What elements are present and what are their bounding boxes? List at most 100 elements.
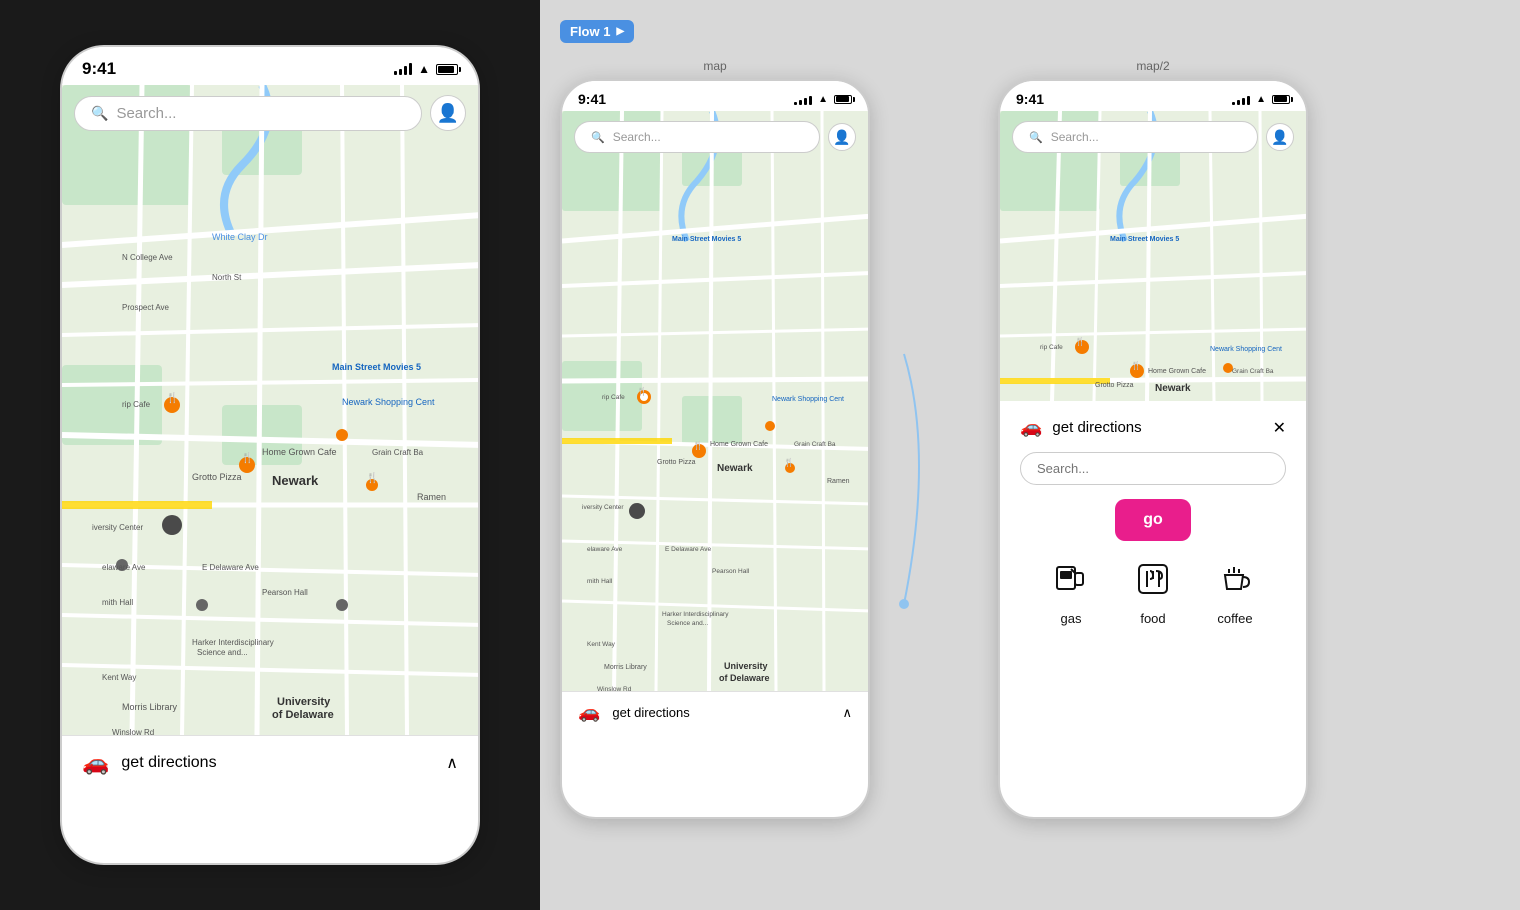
panel-directions-label: get directions [1052,419,1141,436]
screen1-label: map [703,59,726,73]
svg-text:Newark: Newark [1155,383,1191,394]
quick-item-food[interactable]: food [1135,561,1171,626]
svg-text:Ramen: Ramen [827,478,850,485]
screen2-search-overlay: 🔍 Search... 👤 [1012,121,1294,153]
svg-text:Main Street Movies 5: Main Street Movies 5 [672,236,741,243]
svg-text:of Delaware: of Delaware [719,673,770,683]
food-label: food [1140,611,1165,626]
gas-icon [1053,561,1089,605]
screen1-phone: 9:41 ▲ [560,79,870,819]
svg-text:Pearson Hall: Pearson Hall [262,588,308,597]
go-button-label: go [1143,511,1163,528]
svg-text:Main Street Movies 5: Main Street Movies 5 [1110,236,1179,243]
svg-text:Winslow Rd: Winslow Rd [597,686,632,691]
screen2-map: Main Street Movies 5 Newark Shopping Cen… [1000,111,1306,401]
close-icon[interactable]: ✕ [1273,418,1286,438]
flow-arrow-area [894,89,974,819]
user-avatar[interactable]: 👤 [430,95,466,131]
screen1-search-bar[interactable]: 🔍 Search... [574,121,820,153]
svg-text:iversity Center: iversity Center [92,523,143,532]
svg-text:Grain Craft Ba: Grain Craft Ba [1232,368,1274,375]
screen2-signal [1232,93,1250,105]
directions-label: get directions [121,754,216,772]
screen1-signal [794,93,812,105]
search-bar[interactable]: 🔍 Search... [74,96,422,131]
screen1-avatar-icon: 👤 [833,129,850,146]
svg-text:White Clay Dr: White Clay Dr [212,232,268,242]
screen1-icons: ▲ [794,93,852,105]
svg-text:N College Ave: N College Ave [122,253,173,262]
svg-text:🍴: 🍴 [693,440,703,450]
bottom-bar-main[interactable]: 🚗 get directions ∧ [62,735,478,790]
svg-text:Pearson Hall: Pearson Hall [712,568,750,575]
screen2-status-bar: 9:41 ▲ [1000,81,1306,111]
screen1-map-svg: Main Street Movies 5 Newark Shopping Cen… [562,111,868,691]
screen2-avatar[interactable]: 👤 [1266,123,1294,151]
food-icon [1135,561,1171,605]
svg-text:rip Cafe: rip Cafe [602,394,625,401]
screen1-avatar[interactable]: 👤 [828,123,856,151]
svg-text:of Delaware: of Delaware [272,709,334,721]
status-time: 9:41 [82,59,116,79]
svg-text:Home Grown Cafe: Home Grown Cafe [1148,368,1206,375]
screen1-status-bar: 9:41 ▲ [562,81,868,111]
svg-text:E Delaware Ave: E Delaware Ave [665,546,712,553]
svg-text:Ramen: Ramen [417,492,446,502]
svg-text:rip Cafe: rip Cafe [122,400,151,409]
svg-text:Grotto Pizza: Grotto Pizza [1095,382,1134,389]
go-button[interactable]: go [1115,499,1191,541]
screen2-label: map/2 [1136,59,1169,73]
svg-text:Newark: Newark [717,463,753,474]
svg-text:University: University [277,696,331,708]
svg-text:Grotto Pizza: Grotto Pizza [657,459,696,466]
play-icon: ▶ [616,26,624,37]
svg-text:University: University [724,661,768,671]
quick-item-coffee[interactable]: coffee [1217,561,1253,626]
screen1-directions-label: get directions [612,705,689,720]
directions-search-input[interactable] [1020,452,1286,485]
svg-text:Newark Shopping Cent: Newark Shopping Cent [1210,346,1282,353]
svg-text:Newark Shopping Cent: Newark Shopping Cent [772,396,844,403]
screen2-battery [1272,95,1290,104]
svg-text:Home Grown Cafe: Home Grown Cafe [262,447,337,457]
svg-text:Harker Interdisciplinary: Harker Interdisciplinary [192,638,274,647]
screen2-search-text: Search... [1051,130,1099,144]
coffee-cup-icon [1217,561,1253,597]
left-panel: 9:41 ▲ [0,0,540,910]
directions-panel: 🚗 get directions ✕ go [1000,401,1306,652]
food-utensils-icon [1135,561,1171,597]
screens-container: map 9:41 ▲ [560,59,1500,819]
right-panel: Flow 1 ▶ map 9:41 [540,0,1520,910]
screen2-search-bar[interactable]: 🔍 Search... [1012,121,1258,153]
car-icon: 🚗 [82,750,109,776]
directions-panel-header: 🚗 get directions ✕ [1020,417,1286,438]
coffee-icon [1217,561,1253,605]
screen2-wrapper: map/2 9:41 ▲ [998,59,1308,819]
screen1-search-text: Search... [613,130,661,144]
svg-text:Grain Craft Ba: Grain Craft Ba [372,448,424,457]
svg-text:mith Hall: mith Hall [102,598,133,607]
svg-text:🍴: 🍴 [241,451,253,464]
screen2-wifi: ▲ [1256,94,1266,105]
screen1-bottom-bar[interactable]: 🚗 get directions ∧ [562,691,868,733]
screen1-wrapper: map 9:41 ▲ [560,59,870,819]
svg-text:mith Hall: mith Hall [587,578,613,585]
svg-text:Newark Shopping Cent: Newark Shopping Cent [342,397,435,407]
svg-text:elaware Ave: elaware Ave [102,563,146,572]
quick-item-gas[interactable]: gas [1053,561,1089,626]
svg-text:iversity Center: iversity Center [582,504,624,511]
directions-panel-title: 🚗 get directions [1020,417,1142,438]
panel-car-icon: 🚗 [1020,417,1042,438]
flow-label: Flow 1 [570,24,610,39]
search-overlay: 🔍 Search... 👤 [74,95,466,131]
flow-header: Flow 1 ▶ [560,20,1500,43]
svg-text:Grain Craft Ba: Grain Craft Ba [794,441,836,448]
svg-text:Morris Library: Morris Library [122,702,178,712]
screen2-time: 9:41 [1016,91,1044,107]
wifi-icon: ▲ [418,62,430,76]
screen2-phone: 9:41 ▲ [998,79,1308,819]
flow-badge[interactable]: Flow 1 ▶ [560,20,634,43]
screen2-search-icon: 🔍 [1029,131,1043,144]
status-icons: ▲ [394,62,458,76]
chevron-up-icon: ∧ [446,753,458,773]
